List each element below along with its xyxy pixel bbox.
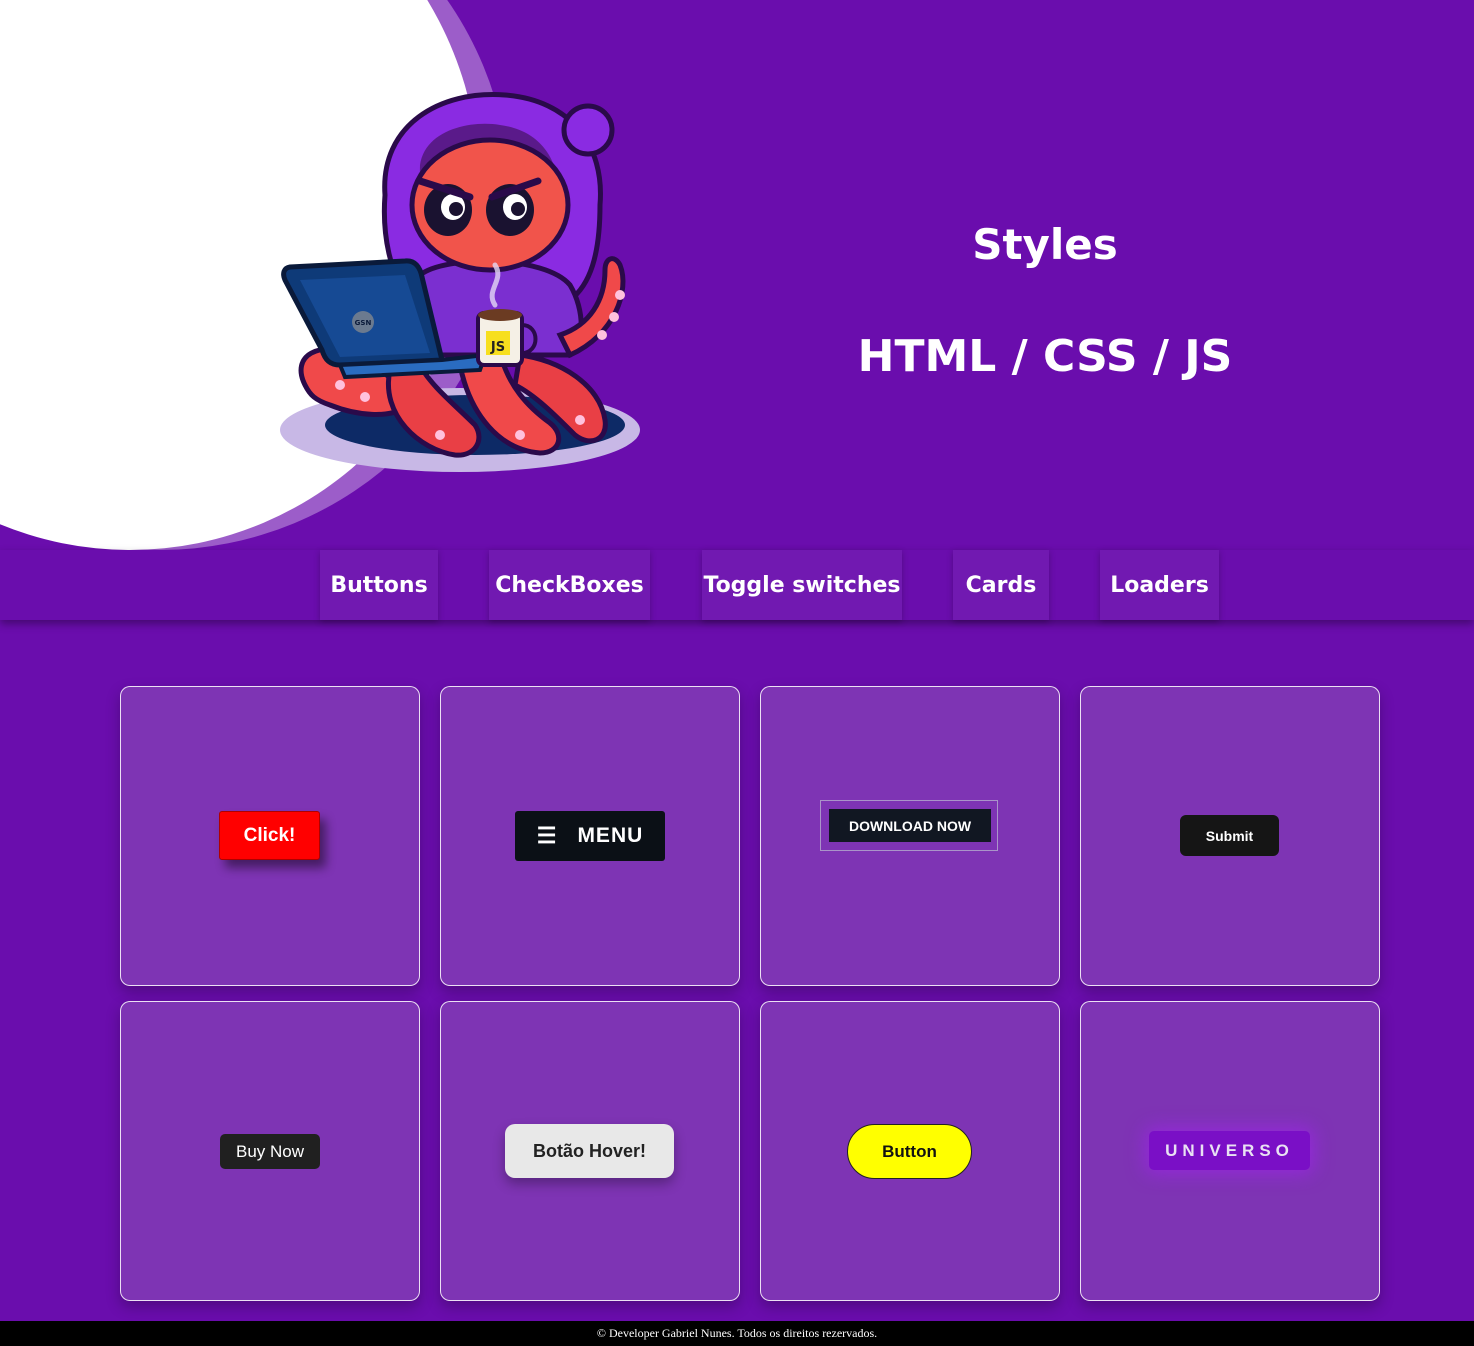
submit-button[interactable]: Submit: [1180, 815, 1279, 856]
nav-item-cards[interactable]: Cards: [953, 550, 1049, 620]
page-subtitle: HTML / CSS / JS: [857, 331, 1233, 382]
menu-icon: ☰: [536, 823, 558, 848]
hero-banner: GSN JS Styles HTML / CSS / JS: [0, 0, 1474, 550]
card-menu: ☰ MENU: [440, 686, 740, 986]
card-click: Click!: [120, 686, 420, 986]
card-yellow: Button: [760, 1001, 1060, 1301]
universo-button[interactable]: UNIVERSO: [1149, 1131, 1310, 1170]
footer: © Developer Gabriel Nunes. Todos os dire…: [0, 1321, 1474, 1346]
nav-item-checkboxes[interactable]: CheckBoxes: [489, 550, 650, 620]
nav-item-loaders[interactable]: Loaders: [1100, 550, 1219, 620]
octopus-mascot-image: GSN JS: [280, 92, 640, 472]
click-button[interactable]: Click!: [219, 811, 320, 860]
yellow-pill-button[interactable]: Button: [847, 1124, 972, 1179]
menu-button-label: MENU: [577, 824, 644, 847]
main-nav: Buttons CheckBoxes Toggle switches Cards…: [0, 550, 1474, 620]
nav-item-toggle-switches[interactable]: Toggle switches: [702, 550, 902, 620]
buy-now-button[interactable]: Buy Now: [220, 1134, 320, 1169]
download-button-frame: DOWNLOAD NOW: [820, 800, 998, 851]
page-title: Styles: [972, 220, 1118, 269]
card-buy-now: Buy Now: [120, 1001, 420, 1301]
hover-button[interactable]: Botão Hover!: [505, 1124, 674, 1178]
card-hover: Botão Hover!: [440, 1001, 740, 1301]
card-universo: UNIVERSO: [1080, 1001, 1380, 1301]
mug-js-text: JS: [490, 340, 505, 355]
download-now-button[interactable]: DOWNLOAD NOW: [829, 809, 991, 842]
menu-button[interactable]: ☰ MENU: [515, 811, 665, 861]
hero-titles: Styles HTML / CSS / JS: [820, 215, 1270, 387]
laptop-logo-text: GSN: [355, 319, 372, 327]
card-download: DOWNLOAD NOW: [760, 686, 1060, 986]
nav-item-buttons[interactable]: Buttons: [320, 550, 438, 620]
card-submit: Submit: [1080, 686, 1380, 986]
